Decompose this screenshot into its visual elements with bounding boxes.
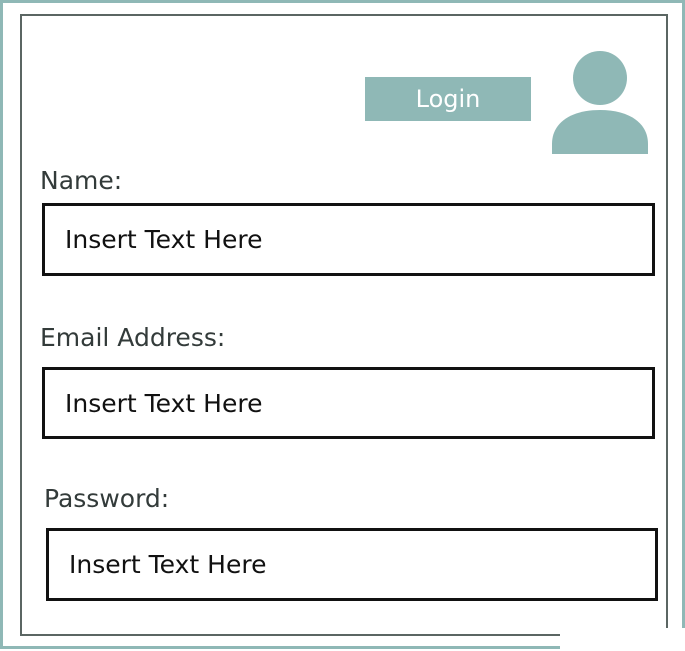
email-label: Email Address: <box>40 323 226 352</box>
email-field[interactable] <box>42 367 655 439</box>
frame-gap <box>560 628 685 651</box>
password-field[interactable] <box>46 528 658 601</box>
password-label: Password: <box>44 484 170 513</box>
user-avatar-icon[interactable] <box>546 48 654 154</box>
name-field[interactable] <box>42 203 655 276</box>
login-button[interactable]: Login <box>365 77 531 121</box>
name-label: Name: <box>40 166 123 195</box>
